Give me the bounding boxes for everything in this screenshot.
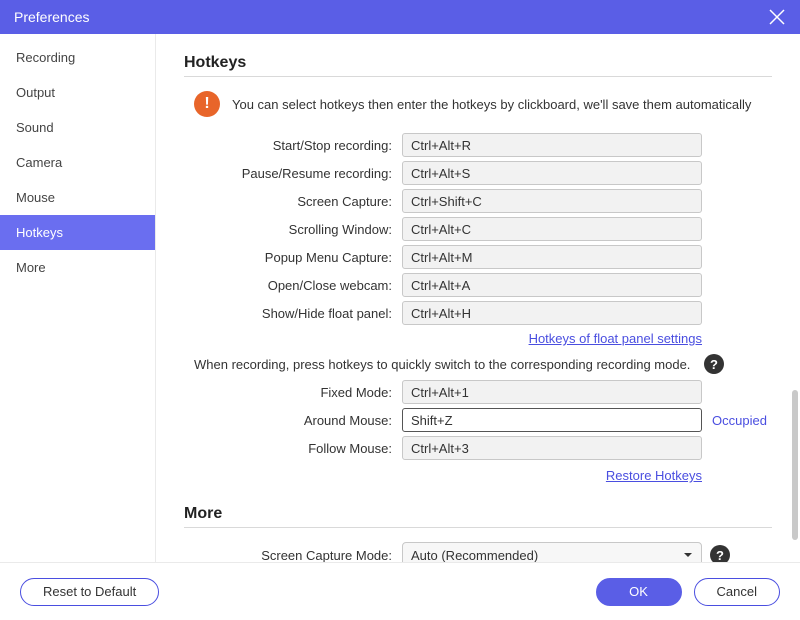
close-icon[interactable] xyxy=(768,8,786,26)
sidebar-item-hotkeys[interactable]: Hotkeys xyxy=(0,215,155,250)
label-screen-capture-mode: Screen Capture Mode: xyxy=(184,548,402,563)
input-float-panel[interactable] xyxy=(402,301,702,325)
select-capture-mode-value: Auto (Recommended) xyxy=(411,548,538,563)
input-pause-resume[interactable] xyxy=(402,161,702,185)
input-start-stop[interactable] xyxy=(402,133,702,157)
label-pause-resume: Pause/Resume recording: xyxy=(184,166,402,181)
cancel-button[interactable]: Cancel xyxy=(694,578,780,606)
sidebar: Recording Output Sound Camera Mouse Hotk… xyxy=(0,34,156,562)
input-around-mouse[interactable] xyxy=(402,408,702,432)
sidebar-item-sound[interactable]: Sound xyxy=(0,110,155,145)
chevron-down-icon xyxy=(683,550,693,560)
select-screen-capture-mode[interactable]: Auto (Recommended) xyxy=(402,542,702,562)
label-popup-menu: Popup Menu Capture: xyxy=(184,250,402,265)
scrollbar-thumb[interactable] xyxy=(792,390,798,540)
input-popup-menu[interactable] xyxy=(402,245,702,269)
input-follow-mouse[interactable] xyxy=(402,436,702,460)
restore-hotkeys-link[interactable]: Restore Hotkeys xyxy=(606,468,702,483)
footer: Reset to Default OK Cancel xyxy=(0,562,800,620)
reset-to-default-button[interactable]: Reset to Default xyxy=(20,578,159,606)
sidebar-item-mouse[interactable]: Mouse xyxy=(0,180,155,215)
input-fixed-mode[interactable] xyxy=(402,380,702,404)
hotkeys-info-text: You can select hotkeys then enter the ho… xyxy=(232,97,751,112)
help-icon[interactable]: ? xyxy=(704,354,724,374)
label-screen-capture: Screen Capture: xyxy=(184,194,402,209)
label-scrolling-window: Scrolling Window: xyxy=(184,222,402,237)
input-screen-capture[interactable] xyxy=(402,189,702,213)
label-start-stop: Start/Stop recording: xyxy=(184,138,402,153)
occupied-note: Occupied xyxy=(712,413,767,428)
label-around-mouse: Around Mouse: xyxy=(184,413,402,428)
sidebar-item-recording[interactable]: Recording xyxy=(0,40,155,75)
sidebar-item-output[interactable]: Output xyxy=(0,75,155,110)
help-icon[interactable]: ? xyxy=(710,545,730,562)
exclamation-icon: ! xyxy=(194,91,220,117)
input-scrolling-window[interactable] xyxy=(402,217,702,241)
label-float-panel: Show/Hide float panel: xyxy=(184,306,402,321)
sidebar-item-more[interactable]: More xyxy=(0,250,155,285)
label-fixed-mode: Fixed Mode: xyxy=(184,385,402,400)
label-follow-mouse: Follow Mouse: xyxy=(184,441,402,456)
float-panel-settings-link[interactable]: Hotkeys of float panel settings xyxy=(529,331,702,346)
content-pane: Hotkeys ! You can select hotkeys then en… xyxy=(156,34,800,562)
mode-hint-text: When recording, press hotkeys to quickly… xyxy=(184,357,696,372)
title-bar: Preferences xyxy=(0,0,800,34)
section-hotkeys-title: Hotkeys xyxy=(184,54,772,77)
label-open-close-webcam: Open/Close webcam: xyxy=(184,278,402,293)
window-title: Preferences xyxy=(14,9,89,25)
input-open-close-webcam[interactable] xyxy=(402,273,702,297)
section-more-title: More xyxy=(184,505,772,528)
sidebar-item-camera[interactable]: Camera xyxy=(0,145,155,180)
ok-button[interactable]: OK xyxy=(596,578,682,606)
